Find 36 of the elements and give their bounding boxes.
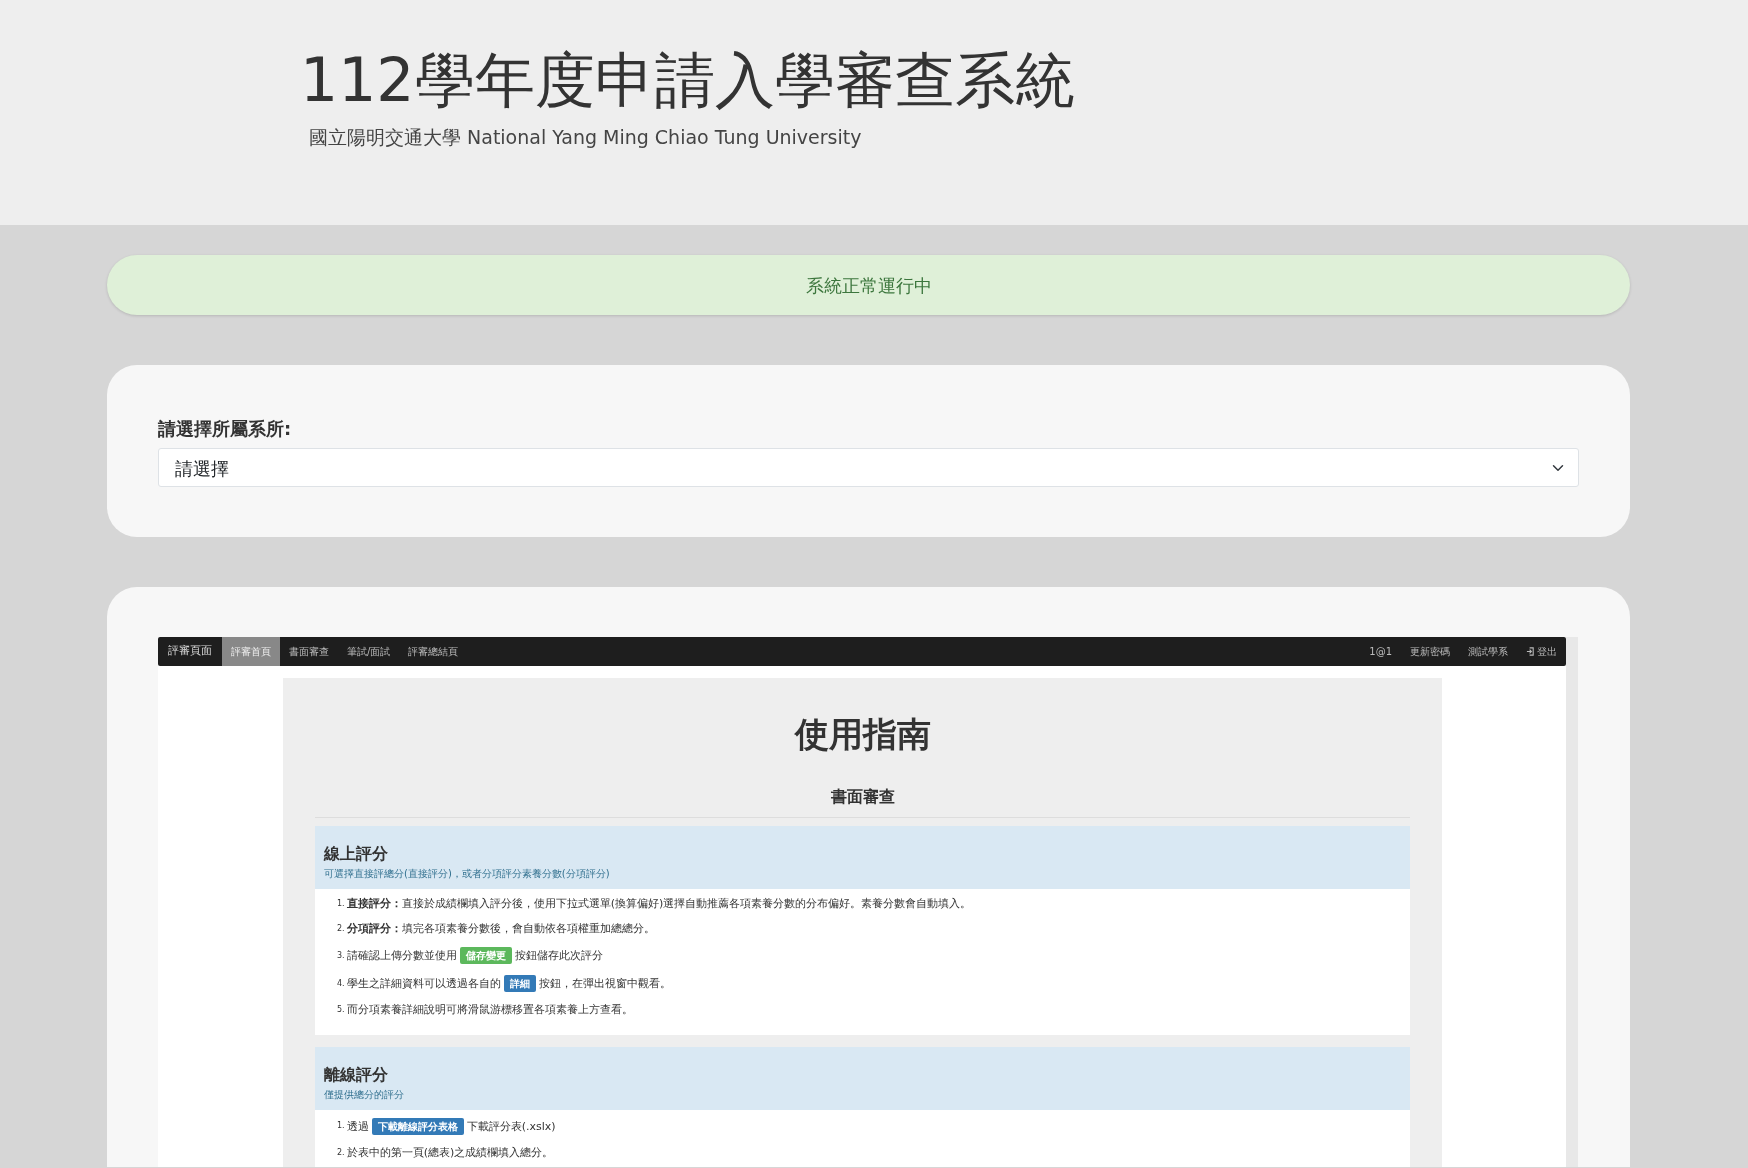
inline-button[interactable]: 詳細 <box>503 975 536 993</box>
logout-icon <box>1526 647 1535 656</box>
list-number: 1. <box>337 1121 345 1132</box>
instruction-text: 學生之詳細資料可以透過各自的 詳細 按鈕，在彈出視窗中觀看。 <box>346 975 671 993</box>
instruction-text: 請確認上傳分數並使用 儲存變更 按鈕儲存此次評分 <box>346 947 603 965</box>
section-title: 線上評分 <box>324 842 389 865</box>
nav-tab[interactable]: 評審總結頁 <box>399 637 468 666</box>
instruction-text: 分項評分：填完各項素養分數後，會自動依各項權重加總總分。 <box>346 922 655 937</box>
instruction-text: 而分項素養詳細說明可將滑鼠游標移置各項素養上方查看。 <box>346 1003 633 1018</box>
department-select[interactable]: 請選擇 <box>158 448 1579 487</box>
university-name: 國立陽明交通大學 National Yang Ming Chiao Tung University <box>309 125 863 150</box>
status-alert: 系統正常運行中 <box>107 255 1630 315</box>
instruction-text: 於表中的第一頁(總表)之成績欄填入總分。 <box>346 1145 554 1160</box>
nav-link[interactable]: 更新密碼 <box>1401 637 1459 666</box>
list-number: 2. <box>337 1147 345 1159</box>
navbar-brand[interactable]: 評審頁面 <box>158 637 222 666</box>
inline-button[interactable]: 下載離線評分表格 <box>371 1117 464 1135</box>
nav-tab[interactable]: 筆試/面試 <box>338 637 400 666</box>
logout-link[interactable]: 登出 <box>1517 637 1566 666</box>
guide-title: 使用指南 <box>793 713 932 755</box>
instruction-text: 透過 下載離線評分表格 下載評分表(.xslx) <box>346 1117 556 1135</box>
list-number: 4. <box>337 978 345 990</box>
list-number: 1. <box>337 898 345 910</box>
department-label: 請選擇所屬系所: <box>158 417 293 441</box>
section-description: 僅提供總分的評分 <box>324 1087 405 1102</box>
nav-link[interactable]: 1@1 <box>1360 637 1401 666</box>
instruction-text: 直接評分：直接於成績欄填入評分後，使用下拉式選單(換算偏好)選擇自動推薦各項素養分數的分布偏好。素養分數會自動填入。 <box>346 896 972 912</box>
section-description: 可選擇直接評總分(直接評分)，或者分項評分素養分數(分項評分) <box>324 866 611 881</box>
guide-subtitle: 書面審查 <box>315 754 1410 818</box>
list-number: 2. <box>337 924 345 935</box>
nav-link[interactable]: 測試學系 <box>1459 637 1517 666</box>
list-number: 5. <box>337 1005 345 1016</box>
list-number: 3. <box>337 950 345 962</box>
nav-tab[interactable]: 書面審查 <box>280 637 338 666</box>
section-title: 離線評分 <box>324 1063 389 1086</box>
page-title: 112學年度申請入學審查系統 <box>300 46 1076 115</box>
